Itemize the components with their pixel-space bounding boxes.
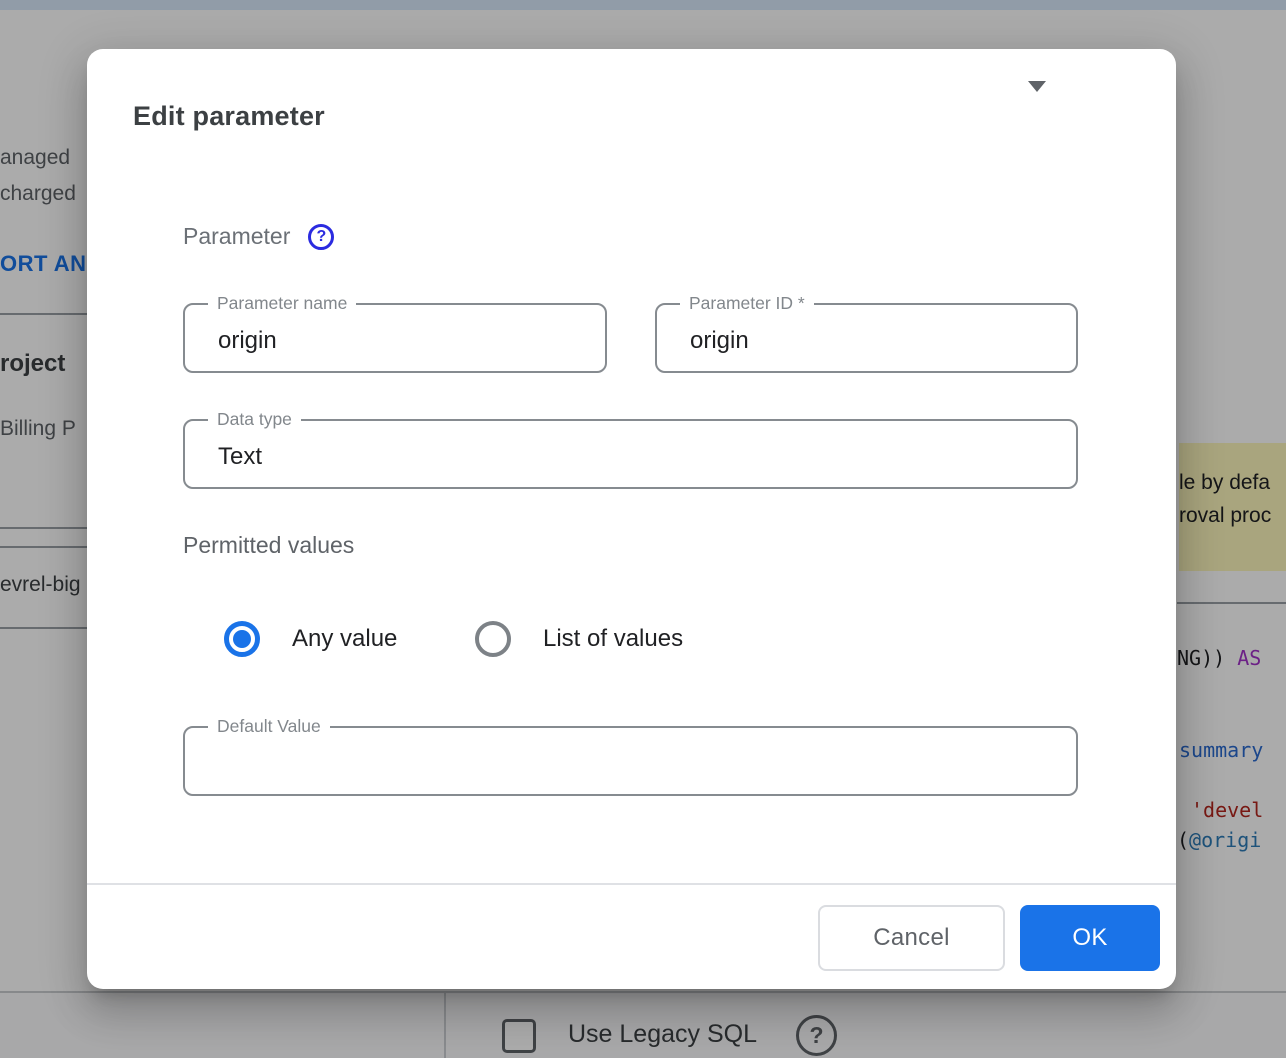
permitted-values-radio-group: Any value List of values xyxy=(87,621,1176,661)
radio-selected-dot xyxy=(233,630,251,648)
radio-list-of-values[interactable] xyxy=(475,621,511,657)
parameter-section-header: Parameter ? xyxy=(183,223,334,250)
permitted-values-heading: Permitted values xyxy=(183,532,354,559)
dialog-footer-divider xyxy=(87,883,1176,885)
edit-parameter-dialog: Edit parameter Parameter ? Parameter nam… xyxy=(87,49,1176,989)
parameter-id-field[interactable]: Parameter ID * xyxy=(655,295,1078,373)
radio-any-value-label[interactable]: Any value xyxy=(292,625,397,653)
data-type-label: Data type xyxy=(208,411,301,429)
data-type-field[interactable]: Data type Text xyxy=(183,411,1078,489)
cancel-button[interactable]: Cancel xyxy=(818,905,1005,971)
chevron-down-icon[interactable] xyxy=(1028,81,1046,92)
screen: anaged charged ORT AN roject Billing P e… xyxy=(0,0,1286,1058)
parameter-id-label: Parameter ID * xyxy=(680,295,814,313)
radio-list-of-values-label[interactable]: List of values xyxy=(543,625,683,653)
data-type-selected-value: Text xyxy=(218,443,262,471)
parameter-name-field[interactable]: Parameter name xyxy=(183,295,607,373)
parameter-help-icon[interactable]: ? xyxy=(308,224,334,250)
radio-any-value[interactable] xyxy=(224,621,260,657)
default-value-label: Default Value xyxy=(208,718,330,736)
default-value-input[interactable] xyxy=(218,750,1006,778)
parameter-name-label: Parameter name xyxy=(208,295,356,313)
parameter-name-input[interactable] xyxy=(218,327,535,355)
default-value-field[interactable]: Default Value xyxy=(183,718,1078,796)
parameter-section-label: Parameter xyxy=(183,223,290,250)
parameter-id-input[interactable] xyxy=(690,327,1006,355)
dialog-title: Edit parameter xyxy=(133,101,325,132)
ok-button[interactable]: OK xyxy=(1020,905,1160,971)
